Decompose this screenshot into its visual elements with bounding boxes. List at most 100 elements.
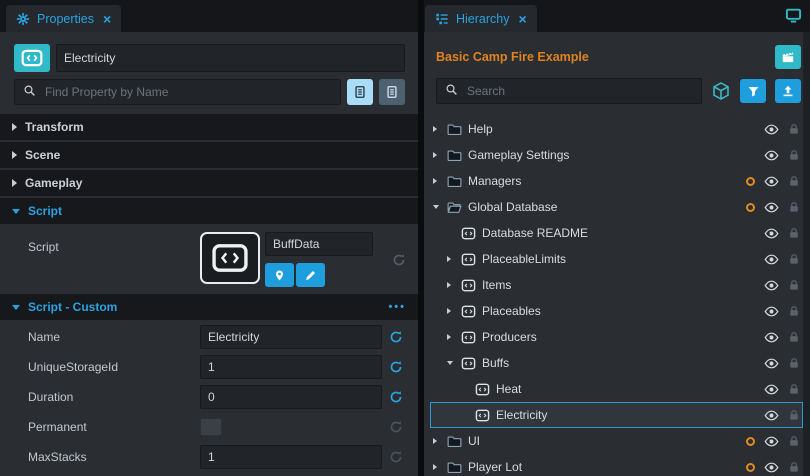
tab-properties[interactable]: Properties ×	[6, 5, 121, 32]
hierarchy-item-label: Electricity	[496, 408, 547, 422]
scrollbar-track[interactable]	[803, 32, 810, 476]
properties-panel: Properties ×	[0, 0, 418, 476]
paste-properties-button[interactable]	[379, 79, 405, 105]
hierarchy-row[interactable]: UI	[430, 428, 803, 454]
hierarchy-row[interactable]: Managers	[430, 168, 803, 194]
hierarchy-row[interactable]: Electricity	[430, 402, 803, 428]
uniquestorageid-input[interactable]	[200, 355, 382, 379]
visibility-eye-icon[interactable]	[764, 226, 779, 241]
expand-arrow-icon[interactable]	[433, 178, 447, 184]
lock-icon[interactable]	[788, 409, 800, 421]
visibility-eye-icon[interactable]	[764, 252, 779, 267]
lock-icon[interactable]	[788, 435, 800, 447]
permanent-checkbox[interactable]	[200, 418, 222, 436]
folder-icon	[447, 148, 464, 163]
object-name-input[interactable]	[56, 44, 405, 72]
cinematic-button[interactable]	[775, 45, 801, 69]
hierarchy-row[interactable]: Heat	[430, 376, 803, 402]
hierarchy-row[interactable]: Items	[430, 272, 803, 298]
close-icon[interactable]: ×	[103, 12, 111, 26]
property-search-box[interactable]	[14, 79, 341, 105]
folder-icon	[447, 434, 464, 449]
visibility-eye-icon[interactable]	[764, 434, 779, 449]
publish-button[interactable]	[775, 79, 801, 103]
hierarchy-item-label: Global Database	[468, 200, 557, 214]
filter-button[interactable]	[740, 79, 766, 103]
hierarchy-row[interactable]: Database README	[430, 220, 803, 246]
copy-properties-button[interactable]	[347, 79, 373, 105]
script-value-input[interactable]	[265, 232, 373, 256]
lock-icon[interactable]	[788, 383, 800, 395]
hierarchy-row[interactable]: Placeables	[430, 298, 803, 324]
find-script-button[interactable]	[265, 263, 294, 287]
section-transform[interactable]: Transform	[0, 114, 418, 140]
expand-arrow-icon[interactable]	[447, 282, 461, 288]
name-input[interactable]	[200, 325, 382, 349]
hierarchy-search-box[interactable]	[436, 78, 702, 104]
tab-hierarchy[interactable]: Hierarchy ×	[425, 5, 537, 32]
section-script-custom[interactable]: Script - Custom •••	[0, 294, 418, 320]
custom-property-rows: NameUniqueStorageIdDurationPermanentMaxS…	[0, 322, 418, 472]
hierarchy-root-title[interactable]: Basic Camp Fire Example	[436, 50, 589, 64]
section-script[interactable]: Script	[0, 198, 418, 224]
visibility-eye-icon[interactable]	[764, 330, 779, 345]
hierarchy-row[interactable]: Help	[430, 116, 803, 142]
tab-properties-label: Properties	[37, 12, 94, 26]
section-scene[interactable]: Scene	[0, 142, 418, 168]
lock-icon[interactable]	[788, 175, 800, 187]
expand-arrow-icon[interactable]	[447, 361, 461, 365]
hierarchy-row[interactable]: Producers	[430, 324, 803, 350]
script-icon	[461, 226, 478, 241]
visibility-eye-icon[interactable]	[764, 382, 779, 397]
reset-icon[interactable]	[386, 330, 406, 344]
cube-icon[interactable]	[711, 81, 731, 101]
docked-panel-icon[interactable]	[785, 7, 802, 24]
expand-arrow-icon[interactable]	[447, 334, 461, 340]
lock-icon[interactable]	[788, 305, 800, 317]
reset-icon[interactable]	[386, 360, 406, 374]
hierarchy-row[interactable]: Global Database	[430, 194, 803, 220]
visibility-eye-icon[interactable]	[764, 122, 779, 137]
visibility-eye-icon[interactable]	[764, 408, 779, 423]
hierarchy-item-label: Help	[468, 122, 493, 136]
expand-arrow-icon[interactable]	[433, 126, 447, 132]
lock-icon[interactable]	[788, 461, 800, 473]
expand-arrow-icon[interactable]	[447, 256, 461, 262]
expand-arrow-icon[interactable]	[447, 308, 461, 314]
hierarchy-row[interactable]: Gameplay Settings	[430, 142, 803, 168]
hierarchy-row[interactable]: Player Lot	[430, 454, 803, 476]
lock-icon[interactable]	[788, 123, 800, 135]
hierarchy-row[interactable]: Buffs	[430, 350, 803, 376]
lock-icon[interactable]	[788, 201, 800, 213]
hierarchy-search-input[interactable]	[465, 83, 693, 99]
expand-arrow-icon[interactable]	[433, 205, 447, 209]
visibility-eye-icon[interactable]	[764, 356, 779, 371]
close-icon[interactable]: ×	[519, 12, 527, 26]
visibility-eye-icon[interactable]	[764, 278, 779, 293]
lock-icon[interactable]	[788, 149, 800, 161]
section-gameplay[interactable]: Gameplay	[0, 170, 418, 196]
lock-icon[interactable]	[788, 279, 800, 291]
visibility-eye-icon[interactable]	[764, 174, 779, 189]
reset-icon[interactable]	[386, 390, 406, 404]
section-menu-button[interactable]: •••	[388, 301, 406, 313]
visibility-eye-icon[interactable]	[764, 304, 779, 319]
visibility-eye-icon[interactable]	[764, 200, 779, 215]
hierarchy-row[interactable]: PlaceableLimits	[430, 246, 803, 272]
lock-icon[interactable]	[788, 253, 800, 265]
lock-icon[interactable]	[788, 227, 800, 239]
visibility-eye-icon[interactable]	[764, 148, 779, 163]
expand-arrow-icon[interactable]	[433, 464, 447, 470]
visibility-eye-icon[interactable]	[764, 460, 779, 475]
property-search-input[interactable]	[43, 84, 332, 100]
script-asset-icon[interactable]	[200, 232, 260, 284]
edit-script-button[interactable]	[296, 263, 325, 287]
script-object-icon	[14, 44, 50, 72]
maxstacks-input[interactable]	[200, 445, 382, 469]
lock-icon[interactable]	[788, 331, 800, 343]
expand-arrow-icon[interactable]	[433, 152, 447, 158]
duration-input[interactable]	[200, 385, 382, 409]
lock-icon[interactable]	[788, 357, 800, 369]
expand-arrow-icon[interactable]	[433, 438, 447, 444]
hierarchy-item-label: Heat	[496, 382, 521, 396]
